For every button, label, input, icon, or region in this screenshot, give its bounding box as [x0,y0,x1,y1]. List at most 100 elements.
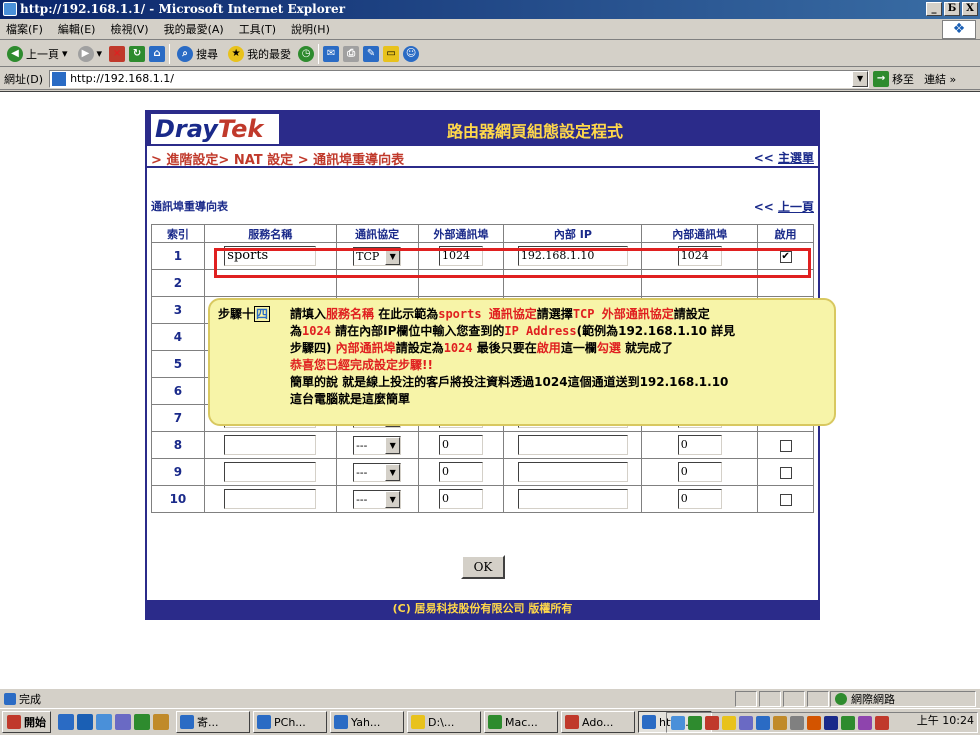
task-button[interactable]: D:\... [407,711,481,733]
ie-icon [642,715,656,729]
tray-icon[interactable] [688,715,702,730]
links-button[interactable]: 連結 » [924,71,956,87]
router-panel: DrayTek 路由器網頁組態設定程式 > 進階設定> NAT 設定 > 通訊埠… [145,110,836,620]
tray-icon[interactable] [773,715,787,730]
public-port-input[interactable]: 0 [439,435,484,455]
go-label: 移至 [892,72,915,86]
breadcrumb: > 進階設定> NAT 設定 > 通訊埠重導向表 [151,153,405,168]
forward-button[interactable]: ▶ ▾ [75,45,106,62]
folder-icon [411,715,425,729]
menu-help[interactable]: 說明(H) [291,21,330,37]
service-name-input[interactable] [224,435,317,455]
tray-icon[interactable] [671,715,685,730]
protocol-select[interactable]: ---▼ [353,489,402,509]
public-port-input[interactable]: 0 [439,489,484,509]
stop-icon[interactable]: × [109,45,126,62]
tray-icon[interactable] [739,715,753,730]
status-bar: 完成 網際網路 [0,688,980,708]
page-content: DrayTek 路由器網頁組態設定程式 > 進階設定> NAT 設定 > 通訊埠… [0,91,980,688]
row-index: 8 [151,431,205,459]
folder-icon[interactable]: ▭ [383,45,400,62]
minimize-button[interactable]: _ [926,2,942,16]
protocol-select[interactable]: ---▼ [353,462,402,482]
private-ip-input[interactable] [517,489,628,509]
tray-icon[interactable] [875,715,889,730]
service-name-input[interactable] [224,462,317,482]
tray-icon[interactable] [841,715,855,730]
row-index: 3 [151,296,205,324]
row-index: 9 [151,458,205,486]
task-button[interactable]: Mac... [484,711,558,733]
quick-launch [54,714,173,730]
active-checkbox[interactable] [779,439,792,452]
task-button[interactable]: Ado... [561,711,635,733]
restore-button[interactable]: Б [944,2,960,16]
favorites-button[interactable]: ★ 我的最愛 [225,45,294,62]
tray-icon[interactable] [824,715,838,730]
address-input[interactable]: http://192.168.1.1/ ▼ [49,69,870,88]
explorer-quick-icon[interactable] [96,714,112,730]
adobe-icon [565,715,579,729]
main-menu-link[interactable]: << 主選單 [754,149,814,166]
panel-header: DrayTek 路由器網頁組態設定程式 [147,112,818,146]
tray-icon[interactable] [756,715,770,730]
chevron-down-icon: ▼ [385,436,401,454]
ie-icon [334,715,348,729]
edit-icon[interactable]: ✎ [363,45,380,62]
public-port-input[interactable]: 0 [439,462,484,482]
row-index: 4 [151,323,205,351]
desktop-quick-icon[interactable] [115,714,131,730]
home-icon[interactable]: ⌂ [149,45,166,62]
chevron-down-icon[interactable]: ▼ [852,70,869,87]
messenger-icon[interactable]: ☺ [403,45,420,62]
breadcrumb-bar: > 進階設定> NAT 設定 > 通訊埠重導向表 << 主選單 [147,146,818,168]
windows-logo-icon: ❖ [942,20,976,39]
tray-icon[interactable] [858,715,872,730]
back-button[interactable]: ◀ 上一頁 ▾ [4,45,71,62]
protocol-select[interactable]: ---▼ [353,435,402,455]
word-quick-icon[interactable] [77,714,93,730]
private-port-input[interactable]: 0 [677,462,722,482]
tray-icon[interactable] [807,715,821,730]
media-quick-icon[interactable] [134,714,150,730]
back-arrow-icon: ◀ [7,45,23,62]
menu-file[interactable]: 檔案(F) [6,21,43,37]
mail-icon [180,715,194,729]
task-button[interactable]: Yah... [330,711,404,733]
menu-favorites[interactable]: 我的最愛(A) [164,21,224,37]
refresh-icon[interactable]: ↻ [129,45,146,62]
print-icon[interactable]: ⎙ [343,45,360,62]
callout-line-2: 為1024 請在內部IP欄位中輸入您查到的IP Address(範例為192.1… [290,324,736,338]
toolbar: ◀ 上一頁 ▾ ▶ ▾ × ↻ ⌂ ⌕ 搜尋 ★ 我的最愛 ◷ ✉ ⎙ ✎ ▭ … [0,41,980,67]
menu-edit[interactable]: 編輯(E) [58,21,96,37]
ie-quick-icon[interactable] [58,714,74,730]
search-button[interactable]: ⌕ 搜尋 [174,45,221,62]
mail-icon[interactable]: ✉ [323,45,340,62]
private-port-input[interactable]: 0 [677,435,722,455]
active-checkbox[interactable] [779,466,792,479]
task-button[interactable]: 寄... [176,711,250,733]
tray-icon[interactable] [722,715,736,730]
service-name-input[interactable] [224,489,317,509]
ok-button[interactable]: OK [461,555,505,579]
go-button[interactable]: → 移至 [873,70,915,87]
menu-view[interactable]: 檢視(V) [110,21,148,37]
history-icon[interactable]: ◷ [298,45,315,62]
active-checkbox[interactable] [779,493,792,506]
private-ip-input[interactable] [517,435,628,455]
start-button[interactable]: 開始 [2,711,51,733]
window-title-bar[interactable]: http://192.168.1.1/ - Microsoft Internet… [0,0,980,19]
address-url: http://192.168.1.1/ [70,72,174,85]
tray-icon[interactable] [790,715,804,730]
tray-icon[interactable] [705,715,719,730]
private-ip-input[interactable] [517,462,628,482]
task-button[interactable]: PCh... [253,711,327,733]
col-private-ip: 內部 IP [503,224,643,243]
instruction-callout: 步驟十四 請填入服務名稱 在此示範為sports 通訊協定請選擇TCP 外部通訊… [208,298,836,426]
private-port-input[interactable]: 0 [677,489,722,509]
row-index: 10 [151,485,205,513]
messenger-quick-icon[interactable] [153,714,169,730]
menu-tools[interactable]: 工具(T) [239,21,276,37]
prev-page-link[interactable]: << 上一頁 [754,198,814,215]
close-button[interactable]: X [962,2,978,16]
